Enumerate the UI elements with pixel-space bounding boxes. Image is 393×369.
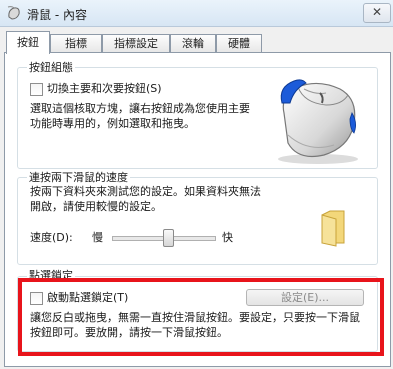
click-lock-description: 讓您反白或拖曳，無需一直按住滑鼠按鈕。要設定，只要按一下滑鼠按鈕即可。要放開，請…	[30, 311, 360, 339]
click-lock-checkbox[interactable]	[30, 292, 43, 305]
slow-label: 慢	[92, 231, 103, 244]
title-bar: 滑鼠 - 內容 ✕	[0, 0, 393, 27]
mouse-illustration-icon	[278, 79, 358, 164]
speed-label: 速度(D):	[30, 231, 73, 244]
tab-wheel[interactable]: 滾輪	[170, 34, 216, 53]
tab-hardware[interactable]: 硬體	[216, 34, 262, 53]
double-click-description: 按兩下資料夾來測試您的設定。如果資料夾無法開啟，請使用較慢的設定。	[30, 185, 261, 213]
close-button[interactable]: ✕	[363, 3, 391, 23]
switch-buttons-label: 切換主要和次要按鈕(S)	[47, 82, 162, 95]
fast-label: 快	[222, 231, 233, 244]
test-folder-icon[interactable]	[318, 209, 348, 247]
tab-pointers[interactable]: 指標	[50, 34, 102, 53]
button-config-description: 選取這個核取方塊，讓右按鈕成為您使用主要功能時專用的，例如選取和拖曳。	[30, 102, 250, 130]
speed-slider-thumb[interactable]	[163, 229, 175, 247]
double-click-label: 連按兩下滑鼠的速度	[27, 169, 130, 185]
mouse-icon	[7, 6, 20, 20]
window-title: 滑鼠 - 內容	[27, 8, 87, 22]
tab-buttons[interactable]: 按鈕	[6, 31, 50, 54]
click-lock-settings-button[interactable]: 設定(E)...	[246, 289, 364, 306]
button-config-label: 按鈕組態	[27, 59, 75, 75]
tab-pointer-options[interactable]: 指標設定	[102, 34, 170, 53]
close-icon: ✕	[371, 5, 383, 19]
click-lock-checkbox-label: 啟動點選鎖定(T)	[47, 291, 129, 304]
switch-buttons-checkbox[interactable]	[30, 83, 43, 96]
